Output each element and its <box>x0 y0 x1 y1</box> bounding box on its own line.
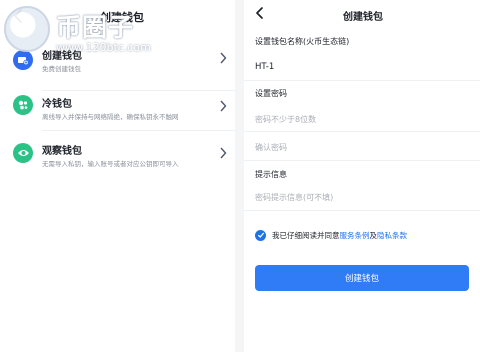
watermark-circle-icon <box>4 6 50 52</box>
eye-icon <box>13 143 33 163</box>
back-arrow-icon[interactable] <box>254 6 266 20</box>
menu-item-name: 观察钱包 <box>42 146 82 157</box>
menu-item-watch-wallet[interactable]: 观察钱包 无需导入私钥，输入账号或者对应公钥即可导入 <box>0 126 235 182</box>
agreement-and: 及 <box>369 230 378 240</box>
privacy-link[interactable]: 隐私条款 <box>377 230 407 241</box>
chevron-right-icon <box>220 52 227 64</box>
wallet-name-input[interactable]: HT-1 <box>255 62 274 72</box>
wallet-type-screen: 创建钱包 币圈子 www.120btc.com 创建钱包 免费创建钱包 冷钱包 … <box>0 0 235 352</box>
watermark-url: www.120btc.com <box>56 41 151 54</box>
create-wallet-button[interactable]: 创建钱包 <box>255 265 469 291</box>
hint-input[interactable]: 密码提示信息(可不填) <box>255 192 333 203</box>
cold-wallet-icon <box>13 95 33 115</box>
divider <box>244 160 480 161</box>
hint-label: 提示信息 <box>255 170 287 179</box>
divider <box>244 131 480 132</box>
watermark-title: 币圈子 <box>56 13 135 42</box>
password-input[interactable]: 密码不少于8位数 <box>255 114 316 125</box>
terms-link[interactable]: 服务条例 <box>340 230 370 241</box>
create-wallet-form-screen: 创建钱包 设置钱包名称(火币生态链) HT-1 设置密码 密码不少于8位数 确认… <box>244 0 480 352</box>
menu-item-desc: 免费创建钱包 <box>42 65 81 73</box>
menu-item-name: 冷钱包 <box>42 99 72 110</box>
divider <box>244 210 480 211</box>
watermark-logo: 币圈子 www.120btc.com <box>4 6 164 62</box>
agreement-row: 我已仔细阅读并同意 服务条例 及 隐私条款 <box>255 228 407 242</box>
password-label: 设置密码 <box>255 89 287 98</box>
confirm-password-input[interactable]: 确认密码 <box>255 142 287 153</box>
chevron-right-icon <box>220 100 227 112</box>
divider <box>244 80 480 81</box>
menu-item-desc: 无需导入私钥，输入账号或者对应公钥即可导入 <box>42 160 179 168</box>
wallet-name-label: 设置钱包名称(火币生态链) <box>255 37 350 46</box>
menu-item-desc: 离线导入并保持与网络隔绝，确保私钥永不触网 <box>42 113 179 121</box>
page-title: 创建钱包 <box>343 12 383 23</box>
chevron-right-icon <box>220 147 227 159</box>
checkbox-checked-icon[interactable] <box>255 229 266 241</box>
agreement-text: 我已仔细阅读并同意 <box>272 230 340 240</box>
